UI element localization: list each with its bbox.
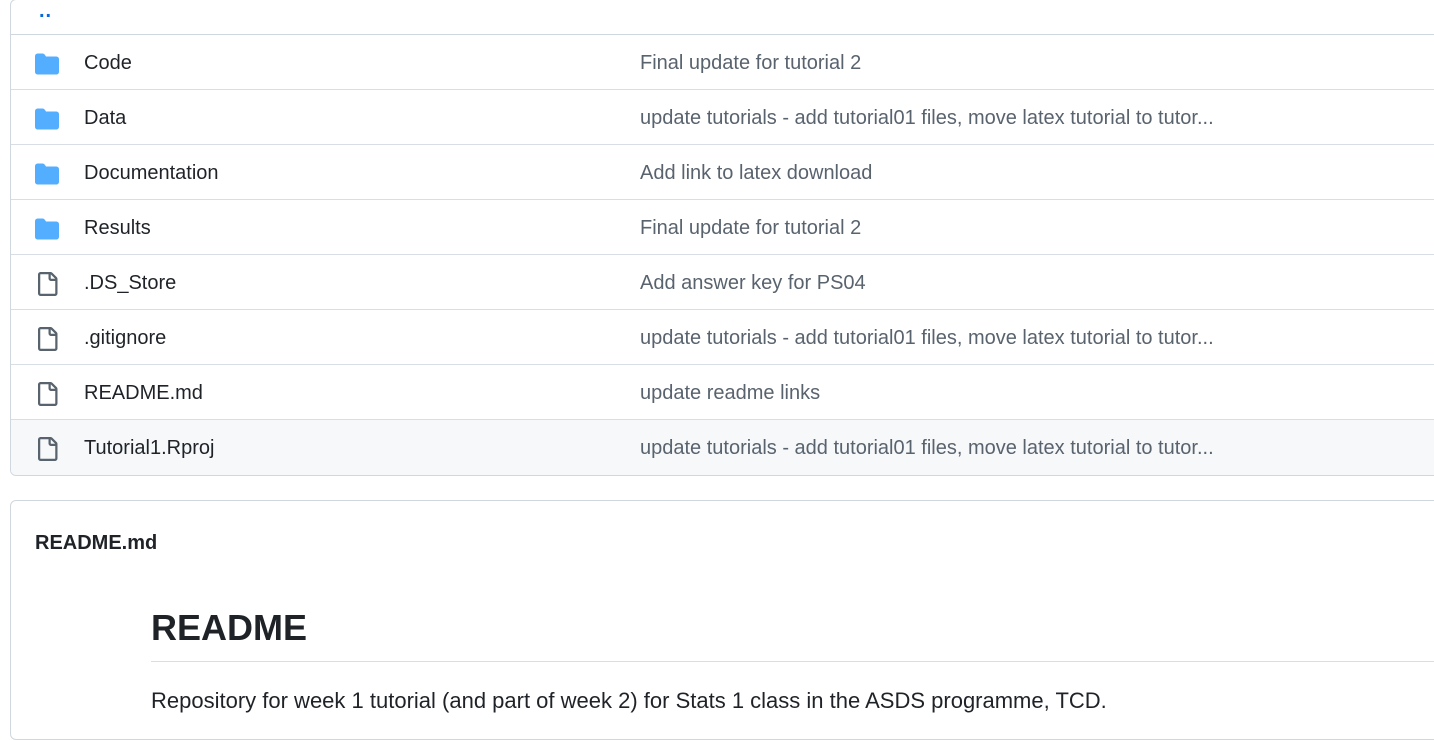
file-row-data[interactable]: Data update tutorials - add tutorial01 f… (11, 90, 1434, 145)
commit-message-link[interactable]: Add link to latex download (640, 161, 872, 185)
commit-message-link[interactable]: update tutorials - add tutorial01 files,… (640, 326, 1214, 350)
file-name-link[interactable]: .gitignore (84, 326, 166, 350)
commit-message-link[interactable]: Add answer key for PS04 (640, 271, 866, 295)
file-icon (38, 382, 58, 406)
file-name-link[interactable]: Documentation (84, 161, 219, 185)
file-icon (38, 437, 58, 461)
folder-icon (35, 108, 59, 130)
file-row-gitignore[interactable]: .gitignore update tutorials - add tutori… (11, 310, 1434, 365)
file-name-link[interactable]: Results (84, 216, 151, 240)
commit-message-link[interactable]: Final update for tutorial 2 (640, 216, 861, 240)
readme-article: README Repository for week 1 tutorial (a… (151, 601, 1434, 716)
file-icon (38, 272, 58, 296)
commit-message-link[interactable]: update tutorials - add tutorial01 files,… (640, 106, 1214, 130)
file-row-readme[interactable]: README.md update readme links (11, 365, 1434, 420)
file-row-results[interactable]: Results Final update for tutorial 2 (11, 200, 1434, 255)
file-name-link[interactable]: .DS_Store (84, 271, 176, 295)
folder-icon (35, 163, 59, 185)
file-list-table: .. Code Final update for tutorial 2 Data… (10, 0, 1434, 476)
readme-heading: README (151, 601, 1434, 662)
file-row-code[interactable]: Code Final update for tutorial 2 (11, 35, 1434, 90)
file-name-link[interactable]: Code (84, 51, 132, 75)
file-row-tutorial1-rproj[interactable]: Tutorial1.Rproj update tutorials - add t… (11, 420, 1434, 475)
readme-panel: README.md README Repository for week 1 t… (10, 500, 1434, 740)
folder-icon (35, 53, 59, 75)
file-icon (38, 327, 58, 351)
parent-directory-link[interactable]: .. (39, 1, 52, 21)
readme-paragraph: Repository for week 1 tutorial (and part… (151, 688, 1107, 713)
commit-message-link[interactable]: Final update for tutorial 2 (640, 51, 861, 75)
readme-tab-label[interactable]: README.md (35, 531, 157, 555)
file-row-documentation[interactable]: Documentation Add link to latex download (11, 145, 1434, 200)
file-name-link[interactable]: README.md (84, 381, 203, 405)
commit-message-link[interactable]: update tutorials - add tutorial01 files,… (640, 436, 1214, 460)
file-name-link[interactable]: Data (84, 106, 126, 130)
file-row-ds-store[interactable]: .DS_Store Add answer key for PS04 (11, 255, 1434, 310)
parent-directory-row[interactable]: .. (11, 0, 1434, 35)
file-name-link[interactable]: Tutorial1.Rproj (84, 436, 214, 460)
folder-icon (35, 218, 59, 240)
commit-message-link[interactable]: update readme links (640, 381, 820, 405)
